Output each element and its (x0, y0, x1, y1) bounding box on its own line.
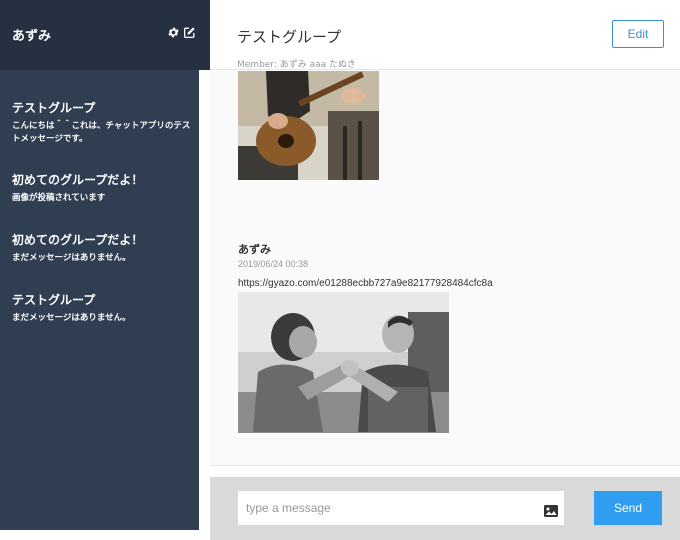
group-item[interactable]: 初めてのグループだよ！ まだメッセージはありません。 (12, 232, 192, 265)
group-last-message: まだメッセージはありません。 (12, 313, 131, 323)
group-title: テストグループ (237, 28, 342, 46)
message-timestamp: 2019/06/24 00:38 (238, 259, 309, 269)
message-input[interactable] (238, 491, 564, 525)
group-name: テストグループ (12, 101, 96, 115)
member-list: Member: あずみ aaa たぬき (237, 60, 356, 70)
group-name: 初めてのグループだよ！ (12, 173, 144, 187)
gear-icon[interactable] (166, 25, 180, 39)
group-last-message: 画像が投稿されています (12, 193, 106, 203)
group-name: テストグループ (12, 293, 96, 307)
sidebar-header: あずみ (0, 0, 210, 70)
message-list[interactable]: あずみ 2019/06/24 00:38 https://gyazo.com/e… (210, 71, 680, 465)
message-image-arm-wrestling (238, 292, 449, 433)
group-item[interactable]: テストグループ まだメッセージはありません。 (12, 292, 192, 325)
group-name: 初めてのグループだよ！ (12, 233, 144, 247)
group-item[interactable]: テストグループ こんにちは＾＾これは、チャットアプリのテストメッセージです。 (12, 100, 192, 146)
message-image-guitar (238, 71, 379, 180)
edit-icon[interactable] (182, 25, 196, 39)
divider (210, 465, 680, 477)
sidebar-gap (199, 70, 210, 530)
image-upload-icon[interactable] (544, 502, 558, 517)
group-last-message: まだメッセージはありません。 (12, 253, 131, 263)
current-user-name: あずみ (12, 29, 52, 44)
group-item[interactable]: 初めてのグループだよ！ 画像が投稿されています (12, 172, 192, 205)
message-form: Send (210, 477, 680, 540)
send-button[interactable]: Send (594, 491, 662, 525)
chat-header: テストグループ Member: あずみ aaa たぬき Edit (210, 0, 680, 70)
group-last-message: こんにちは＾＾これは、チャットアプリのテストメッセージです。 (12, 121, 191, 144)
message-author: あずみ (238, 243, 271, 256)
edit-group-button[interactable]: Edit (612, 20, 664, 48)
message-text[interactable]: https://gyazo.com/e01288ecbb727a9e821779… (238, 278, 493, 289)
group-list: テストグループ こんにちは＾＾これは、チャットアプリのテストメッセージです。 初… (0, 70, 199, 530)
